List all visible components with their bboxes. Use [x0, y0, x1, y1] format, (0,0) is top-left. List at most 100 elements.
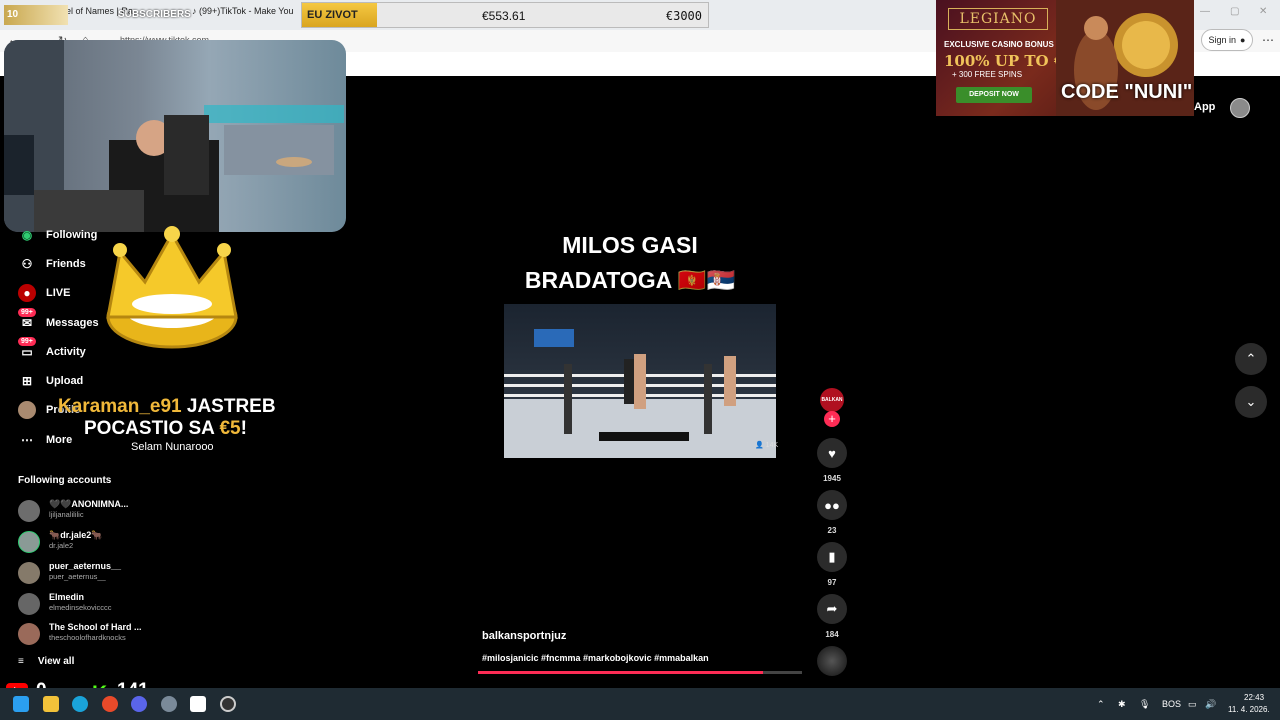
account-icon: ●	[1240, 35, 1246, 45]
messages-badge: 99+	[18, 308, 36, 317]
view-all-button[interactable]: ≡ View all	[18, 656, 74, 667]
video-progress-fill	[478, 671, 764, 674]
list-item[interactable]: 🐂dr.jale2🐂 dr.jale2	[18, 527, 218, 553]
save-count: 97	[827, 578, 837, 587]
close-icon[interactable]: ✕	[1259, 6, 1267, 17]
sidebar-item-messages[interactable]: ✉ 99+ Messages	[18, 308, 99, 333]
video-title-line1: MILOS GASI	[562, 232, 698, 258]
webcam-scene	[4, 40, 344, 232]
avatar	[18, 562, 40, 584]
promo-code: CODE "NUNI"	[1061, 81, 1193, 103]
discord-icon[interactable]	[131, 696, 147, 712]
settings-icon[interactable]	[161, 696, 177, 712]
activity-icon: ▭ 99+	[18, 337, 36, 361]
windows-taskbar: ⌃ ✱ 🎙 BOS ▭ 🔊 22:43 11. 4. 2026.	[0, 688, 1280, 720]
like-button[interactable]: ♥	[817, 438, 847, 468]
obs-app-icon[interactable]	[190, 696, 206, 712]
video-hashtags[interactable]: #milosjanicic #fncmma #markobojkovic #mm…	[482, 653, 709, 663]
donation-goal-ticker: EU ZIVOT €553.61 €3000	[301, 2, 709, 28]
following-accounts-heading: Following accounts	[18, 475, 112, 486]
save-button[interactable]: ▮	[817, 542, 847, 572]
donation-alert-line1: Karaman_e91 JASTREB	[58, 396, 276, 417]
donor-name: Karaman_e91	[58, 396, 182, 417]
avatar	[18, 500, 40, 522]
activity-badge: 99+	[18, 337, 36, 346]
music-disc-icon[interactable]	[817, 646, 847, 676]
share-count: 184	[825, 630, 839, 639]
goal-target-amount: €3000	[665, 9, 702, 23]
list-item[interactable]: puer_aeternus__ puer_aeternus__	[18, 558, 218, 584]
webcam-overlay	[4, 40, 346, 232]
sidebar-item-friends[interactable]: ⚇ Friends	[18, 254, 86, 274]
video-author[interactable]: balkansportnjuz	[482, 630, 566, 642]
sidebar-item-upload[interactable]: ⊞ Upload	[18, 371, 83, 391]
app-icon[interactable]	[220, 696, 236, 712]
subscribers-label: SUBSCRIBERS	[118, 9, 191, 20]
ad-brand-logo: LEGIANO	[948, 8, 1048, 30]
get-app-button[interactable]: App	[1194, 101, 1215, 113]
chevron-up-icon: ⌃	[1245, 351, 1257, 366]
viewer-count: 👤 14K	[755, 442, 779, 449]
chevron-down-icon: ⌄	[1245, 394, 1257, 409]
sidebar-item-live[interactable]: ● LIVE	[18, 283, 70, 303]
minimize-icon[interactable]: —	[1200, 6, 1210, 17]
video-thumbnail-scene	[504, 329, 776, 458]
sign-in-button[interactable]: Sign in ●	[1201, 29, 1253, 51]
upload-icon: ⊞	[21, 374, 33, 388]
avatar	[18, 531, 40, 553]
comment-count: 23	[827, 526, 837, 535]
windows-start-icon[interactable]	[13, 696, 29, 712]
crown-icon	[106, 226, 238, 349]
donation-amount: €5	[219, 418, 241, 439]
profile-avatar[interactable]	[1230, 98, 1250, 118]
firefox-icon[interactable]	[102, 696, 118, 712]
more-icon: ⋯	[21, 433, 33, 447]
sidebar-item-activity[interactable]: ▭ 99+ Activity	[18, 337, 86, 362]
volume-icon[interactable]: 🔊	[1205, 699, 1216, 710]
ad-headline: EXCLUSIVE CASINO BONUS	[944, 40, 1054, 49]
sidebar-item-more[interactable]: ⋯ More	[18, 430, 72, 450]
list-item[interactable]: The School of Hard ... theschoolofhardkn…	[18, 619, 218, 645]
list-item[interactable]: 🖤🖤ANONIMNA... ljiljanalililic	[18, 496, 218, 522]
tray-chevron-up-icon[interactable]: ⌃	[1097, 699, 1105, 710]
comment-button[interactable]: ●●	[817, 490, 847, 520]
comment-icon: ●●	[824, 497, 840, 513]
video-progress-bar[interactable]	[478, 671, 802, 674]
browser-tab-tiktok[interactable]: ♪ (99+)TikTok - Make You	[192, 6, 293, 26]
language-indicator[interactable]: BOS	[1162, 699, 1181, 709]
next-video-button[interactable]: ⌄	[1235, 386, 1267, 418]
deposit-now-button[interactable]: DEPOSIT NOW	[956, 87, 1032, 103]
goal-current-amount: €553.61	[482, 9, 526, 23]
bluetooth-icon[interactable]: ✱	[1118, 699, 1126, 710]
bookmark-icon: ▮	[828, 549, 836, 564]
share-button[interactable]: ➦	[817, 594, 847, 624]
creator-avatar[interactable]: BALKAN	[820, 388, 844, 412]
friends-icon: ⚇	[21, 257, 33, 271]
video-player[interactable]	[504, 304, 776, 458]
file-explorer-icon[interactable]	[43, 696, 59, 712]
edge-icon[interactable]	[72, 696, 88, 712]
live-icon: ●	[18, 284, 36, 302]
microphone-icon[interactable]: 🎙	[1139, 699, 1150, 710]
donation-alert-line2: POCASTIO SA €5!	[84, 418, 247, 439]
following-icon: ◉	[21, 228, 33, 242]
list-item[interactable]: Elmedin elmedinsekovicccc	[18, 589, 218, 615]
avatar	[18, 623, 40, 645]
follow-button[interactable]: +	[824, 411, 840, 427]
share-icon: ➦	[826, 601, 838, 616]
clock-date[interactable]: 11. 4. 2026.	[1228, 705, 1270, 714]
browser-menu-icon[interactable]: ⋯	[1262, 33, 1274, 47]
heart-icon: ♥	[828, 445, 836, 461]
video-title-line2: BRADATOGA 🇲🇪🇷🇸	[524, 267, 736, 293]
subscriber-count-badge: 10	[4, 5, 68, 25]
ad-free-spins: + 300 FREE SPINS	[952, 70, 1023, 79]
avatar	[18, 593, 40, 615]
previous-video-button[interactable]: ⌃	[1235, 343, 1267, 375]
clock-time[interactable]: 22:43	[1244, 693, 1264, 702]
messages-icon: ✉ 99+	[18, 308, 36, 332]
list-icon: ≡	[18, 656, 24, 667]
network-icon[interactable]: ▭	[1188, 699, 1197, 710]
goal-label: EU ZIVOT	[302, 3, 377, 27]
sidebar-item-following[interactable]: ◉ Following	[18, 225, 98, 245]
maximize-icon[interactable]: ▢	[1230, 6, 1239, 17]
